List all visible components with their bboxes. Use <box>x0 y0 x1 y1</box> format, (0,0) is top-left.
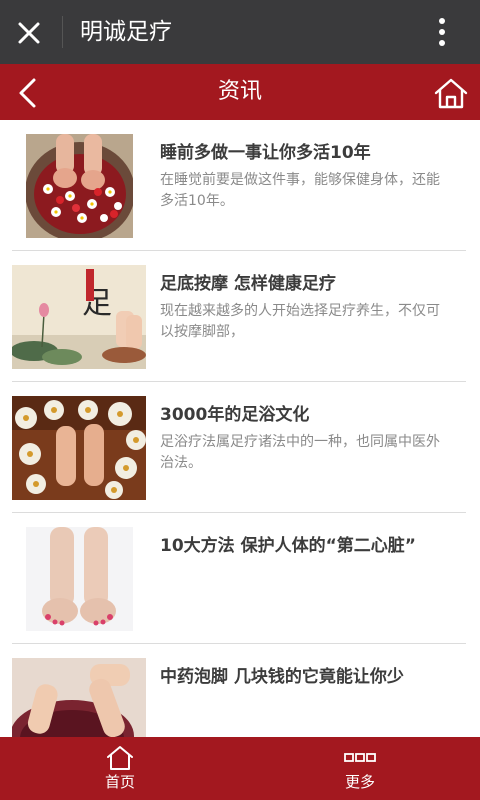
chrysanthemum-foot-bath-image <box>12 396 146 500</box>
more-vertical-icon[interactable] <box>432 14 452 50</box>
news-summary: 足浴疗法属足疗诸法中的一种，也同属中医外治法。 <box>160 434 440 471</box>
page-title: 资讯 <box>217 79 262 104</box>
tab-home[interactable]: 首页 <box>60 737 180 800</box>
tab-more[interactable]: 更多 <box>300 737 420 800</box>
lotus-ink-painting-feet-image: 足 <box>12 265 146 369</box>
news-list: 睡前多做一事让你多活10年 在睡觉前要是做这件事，能够保健身体，还能多活10年。… <box>0 120 480 737</box>
news-item[interactable]: 睡前多做一事让你多活10年 在睡觉前要是做这件事，能够保健身体，还能多活10年。 <box>0 120 480 251</box>
bottom-tab-bar: 首页 更多 <box>0 737 480 800</box>
bare-feet-image <box>26 527 133 631</box>
wechat-title-bar: 明诚足疗 <box>0 0 480 64</box>
close-icon[interactable] <box>14 18 44 48</box>
news-title[interactable]: 10大方法 保护人体的“第二心脏” <box>160 535 450 557</box>
news-item[interactable]: 10大方法 保护人体的“第二心脏” <box>0 513 480 644</box>
home-icon <box>107 746 133 770</box>
news-title[interactable]: 3000年的足浴文化 <box>160 404 450 426</box>
rose-petal-foot-bath-image <box>26 134 133 238</box>
window-title: 明诚足疗 <box>80 19 172 45</box>
news-item[interactable]: 3000年的足浴文化 足浴疗法属足疗诸法中的一种，也同属中医外治法。 <box>0 382 480 513</box>
home-button[interactable] <box>432 76 470 110</box>
news-title[interactable]: 足底按摩 怎样健康足疗 <box>160 273 450 295</box>
divider <box>62 16 63 48</box>
news-title[interactable]: 中药泡脚 几块钱的它竟能让你少 <box>160 666 450 688</box>
news-title[interactable]: 睡前多做一事让你多活10年 <box>160 142 450 164</box>
tab-label: 首页 <box>104 773 135 791</box>
news-item[interactable]: 足 足底按摩 怎样健康足疗 现在越来越多的人开始选择足疗养生，不仅可以按摩脚部， <box>0 251 480 382</box>
news-summary: 在睡觉前要是做这件事，能够保健身体，还能多活10年。 <box>160 172 440 209</box>
more-squares-icon <box>344 753 376 762</box>
news-item[interactable]: 中药泡脚 几块钱的它竟能让你少 <box>0 644 480 737</box>
page-header: 资讯 <box>0 64 480 120</box>
tab-label: 更多 <box>344 773 375 791</box>
news-summary: 现在越来越多的人开始选择足疗养生，不仅可以按摩脚部， <box>160 303 440 340</box>
herbal-foot-soak-image <box>12 658 146 737</box>
